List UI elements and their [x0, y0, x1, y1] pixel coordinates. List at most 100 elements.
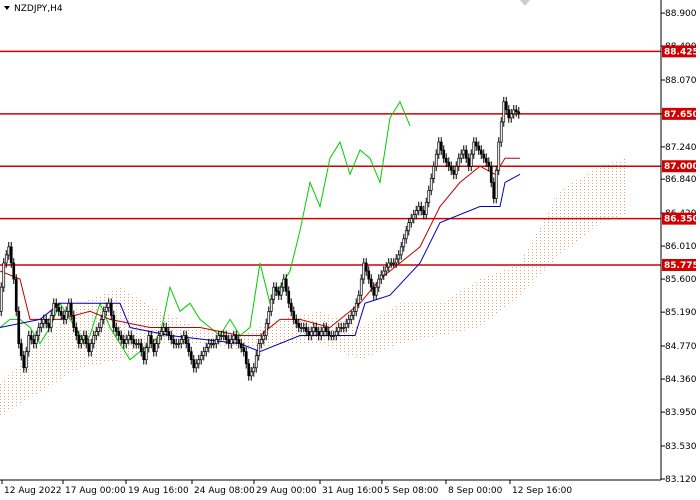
- candle-body: [4, 254, 8, 264]
- price-tick-label: 85.600: [665, 275, 697, 285]
- candle-body: [447, 161, 451, 167]
- candle-body: [174, 343, 178, 345]
- candle-body: [517, 111, 521, 115]
- candle-body: [412, 214, 416, 219]
- price-chart[interactable]: 88.90088.49088.07087.65087.24086.84086.4…: [0, 0, 700, 500]
- candle-body: [452, 169, 456, 175]
- candle-body: [329, 335, 333, 337]
- candle-body: [294, 319, 298, 324]
- candle-body: [429, 177, 433, 191]
- candle-body: [512, 109, 516, 115]
- candle-body: [72, 315, 76, 328]
- candle-body: [42, 319, 46, 324]
- candle-body: [209, 343, 213, 345]
- candle-body: [342, 327, 346, 329]
- candle-body: [204, 347, 208, 352]
- candle-body: [27, 335, 31, 352]
- candle-body: [44, 319, 48, 324]
- level-price-label: 85.775: [664, 261, 699, 271]
- candle-body: [194, 363, 198, 369]
- candle-body: [277, 290, 281, 296]
- candle-body: [32, 339, 36, 344]
- candle-body: [394, 258, 398, 264]
- level-price-label: 86.350: [664, 215, 699, 225]
- candle-body: [242, 347, 246, 352]
- candle-body: [102, 310, 106, 320]
- candle-body: [469, 153, 473, 167]
- candle-body: [287, 290, 291, 304]
- candle-body: [244, 351, 248, 365]
- time-tick-label: 24 Aug 08:00: [194, 486, 255, 496]
- candle-body: [377, 278, 381, 288]
- candle-body: [147, 335, 151, 348]
- candle-body: [379, 274, 383, 280]
- candle-body: [152, 343, 156, 352]
- candle-body: [212, 343, 216, 345]
- candle-body: [494, 169, 498, 199]
- candle-body: [284, 278, 288, 292]
- candle-body: [442, 149, 446, 159]
- candle-body: [22, 355, 26, 369]
- candle-body: [272, 286, 276, 300]
- candle-body: [409, 218, 413, 224]
- candle-body: [179, 339, 183, 344]
- candle-body: [392, 262, 396, 265]
- candle-body: [387, 262, 391, 268]
- candle-body: [437, 141, 441, 155]
- time-tick-label: 5 Sep 08:00: [384, 486, 439, 496]
- ichimoku-cloud: [0, 158, 625, 417]
- candle-body: [384, 266, 388, 272]
- triangle-down-icon[interactable]: [4, 6, 10, 10]
- candle-body: [487, 161, 491, 167]
- candle-body: [94, 331, 98, 336]
- candle-body: [324, 327, 328, 332]
- candle-body: [234, 335, 238, 340]
- candle-body: [347, 319, 351, 324]
- candle-body: [7, 246, 11, 256]
- candle-body: [169, 335, 173, 340]
- candle-body: [357, 294, 361, 304]
- candle-body: [434, 153, 438, 167]
- candle-body: [457, 157, 461, 167]
- candle-body: [222, 335, 226, 337]
- candle-body: [479, 149, 483, 155]
- candle-body: [54, 302, 58, 308]
- candle-body: [217, 335, 221, 340]
- candle-body: [297, 323, 301, 328]
- candle-body: [352, 310, 356, 316]
- candle-body: [229, 339, 233, 344]
- candle-body: [87, 343, 91, 352]
- candle-body: [127, 335, 131, 340]
- chart-window[interactable]: 88.90088.49088.07087.65087.24086.84086.4…: [0, 0, 700, 500]
- candle-body: [84, 335, 88, 344]
- candle-body: [247, 363, 251, 377]
- candle-body: [202, 351, 206, 357]
- candle-body: [67, 302, 71, 312]
- price-tick-label: 86.010: [665, 242, 697, 252]
- candle-body: [167, 331, 171, 336]
- candle-body: [472, 141, 476, 155]
- candle-body: [139, 343, 143, 352]
- candle-body: [402, 238, 406, 248]
- candle-body: [207, 343, 211, 348]
- candle-body: [189, 351, 193, 361]
- candle-body: [477, 145, 481, 151]
- candle-body: [414, 210, 418, 215]
- candle-body: [432, 165, 436, 179]
- level-price-label: 87.000: [664, 162, 699, 172]
- price-tick-label: 88.900: [665, 9, 697, 19]
- candle-body: [184, 335, 188, 344]
- candle-body: [34, 335, 38, 344]
- candle-body: [322, 327, 326, 332]
- candle-body: [279, 286, 283, 296]
- candle-body: [339, 327, 343, 329]
- candle-body: [39, 323, 43, 328]
- candle-body: [49, 315, 53, 328]
- triangle-down-icon-right: [520, 0, 530, 6]
- candle-body: [292, 310, 296, 320]
- candle-body: [164, 327, 168, 332]
- candle-body: [462, 149, 466, 155]
- candle-body: [482, 153, 486, 159]
- candle-body: [227, 339, 231, 344]
- candle-body: [504, 101, 508, 111]
